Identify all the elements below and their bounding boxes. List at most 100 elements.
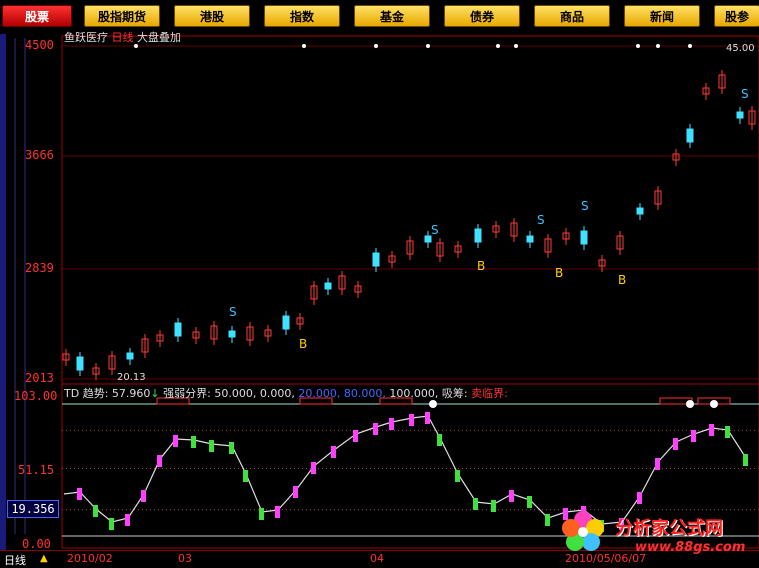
candle-body — [174, 322, 182, 337]
buy-signal-marker: B — [299, 337, 307, 351]
bound-value: 80.000, — [343, 387, 386, 400]
buy-signal-marker: B — [477, 259, 485, 273]
indicator-header: TD 趋势: 57.960↓ 强弱分界: 50.000, 0.000, 20.0… — [64, 385, 508, 401]
trend-bar — [293, 486, 298, 498]
price-axis-label: 2839 — [25, 261, 54, 275]
trend-bar — [157, 455, 162, 467]
sell-signal-marker: S — [581, 199, 589, 213]
stock-name: 鱼跃医疗 — [64, 31, 108, 44]
price-axis-label: 4500 — [25, 38, 54, 52]
bound-value: 20.000, — [298, 387, 341, 400]
sell-critical-dot — [710, 400, 718, 408]
candle-body — [126, 352, 134, 360]
candle-body — [372, 252, 380, 267]
trend-bar — [425, 412, 430, 424]
trend-label: 趋势: — [82, 387, 109, 400]
candle-body — [282, 315, 290, 330]
watermark-url: www.88gs.com — [635, 540, 746, 555]
trend-bar — [141, 490, 146, 502]
trend-bar — [173, 435, 178, 447]
sell-signal-marker: S — [741, 87, 749, 101]
nav-commodity-tab[interactable]: 商品 — [534, 5, 610, 27]
date-label: 03 — [178, 552, 192, 565]
candle-body — [526, 235, 534, 243]
nav-more-tab[interactable]: 股参 — [714, 5, 759, 27]
trend-bar — [229, 442, 234, 454]
bound-value: 100.000, — [389, 387, 439, 400]
candle-body — [324, 282, 332, 290]
kline-chart[interactable]: S S S S S B B B B — [0, 34, 759, 550]
nav-index-futures-tab[interactable]: 股指期货 — [84, 5, 160, 27]
main-chart-frame — [61, 35, 759, 385]
candlestick-series — [62, 70, 756, 380]
nav-stock-tab[interactable]: 股票 — [2, 5, 72, 27]
trend-bar — [125, 514, 130, 526]
sell-critical-dot — [429, 400, 437, 408]
trend-bar — [725, 426, 730, 438]
trend-arrow: ↓ — [150, 387, 160, 400]
trend-bar — [409, 414, 414, 426]
trend-bar — [437, 434, 442, 446]
trend-bar — [673, 438, 678, 450]
chart-header: 鱼跃医疗 日线 大盘叠加 — [64, 29, 181, 45]
watermark: 分析家公式网 www.88gs.com — [555, 506, 755, 562]
overlay-label[interactable]: 大盘叠加 — [137, 31, 181, 44]
trend-bar — [691, 430, 696, 442]
bounds-label: 强弱分界: — [163, 387, 211, 400]
high-value-label: 45.00 — [726, 43, 755, 54]
candle-body — [76, 356, 84, 371]
top-event-dot — [636, 44, 640, 48]
signal-markers: S S S S S B B B B — [134, 44, 749, 351]
candle-body — [736, 111, 744, 119]
date-label: 04 — [370, 552, 384, 565]
sell-signal-marker: S — [229, 305, 237, 319]
indicator-name: TD — [64, 387, 80, 400]
trend-bar — [743, 454, 748, 466]
nav-hk-stock-tab[interactable]: 港股 — [174, 5, 250, 27]
trend-bar — [311, 462, 316, 474]
sell-critical-label: 卖临界: — [471, 387, 508, 400]
nav-news-tab[interactable]: 新闻 — [624, 5, 700, 27]
top-event-dot — [496, 44, 500, 48]
indicator-axis-label: 51.15 — [18, 463, 55, 477]
trend-bar — [109, 518, 114, 530]
bound-value: 50.000, — [214, 387, 257, 400]
period-menu-icon[interactable]: ▲ — [40, 553, 48, 564]
trend-bar — [93, 505, 98, 517]
trend-bar — [455, 470, 460, 482]
top-event-dot — [688, 44, 692, 48]
top-event-dot — [656, 44, 660, 48]
trend-bar — [655, 458, 660, 470]
indicator-axis-label: 103.00 — [14, 389, 58, 403]
trend-bar — [275, 506, 280, 518]
bound-value: 0.000, — [259, 387, 295, 400]
candle-body — [474, 228, 482, 243]
candle-body — [686, 128, 694, 143]
nav-fund-tab[interactable]: 基金 — [354, 5, 430, 27]
nav-index-tab[interactable]: 指数 — [264, 5, 340, 27]
trend-bar — [509, 490, 514, 502]
trend-value: 57.960 — [111, 387, 151, 400]
trend-bar — [545, 514, 550, 526]
watermark-title: 分析家公式网 — [615, 518, 723, 539]
top-event-dot — [514, 44, 518, 48]
trend-bar — [389, 418, 394, 430]
candle-body — [228, 330, 236, 338]
trend-bar — [491, 500, 496, 512]
top-event-dot — [426, 44, 430, 48]
sell-critical-dot — [686, 400, 694, 408]
trend-bar — [373, 423, 378, 435]
top-event-dot — [374, 44, 378, 48]
price-axis-label: 3666 — [25, 148, 54, 162]
nav-bond-tab[interactable]: 债券 — [444, 5, 520, 27]
trend-bar — [331, 446, 336, 458]
sell-signal-marker: S — [537, 213, 545, 227]
top-event-dot — [302, 44, 306, 48]
candle-body — [636, 207, 644, 215]
trend-bar — [709, 424, 714, 436]
period-label: 日线 — [111, 31, 134, 44]
candle-body — [580, 230, 588, 245]
absorb-label: 吸筹: — [441, 387, 468, 400]
date-label: 2010/02 — [67, 552, 113, 565]
chart-grid — [14, 35, 759, 549]
